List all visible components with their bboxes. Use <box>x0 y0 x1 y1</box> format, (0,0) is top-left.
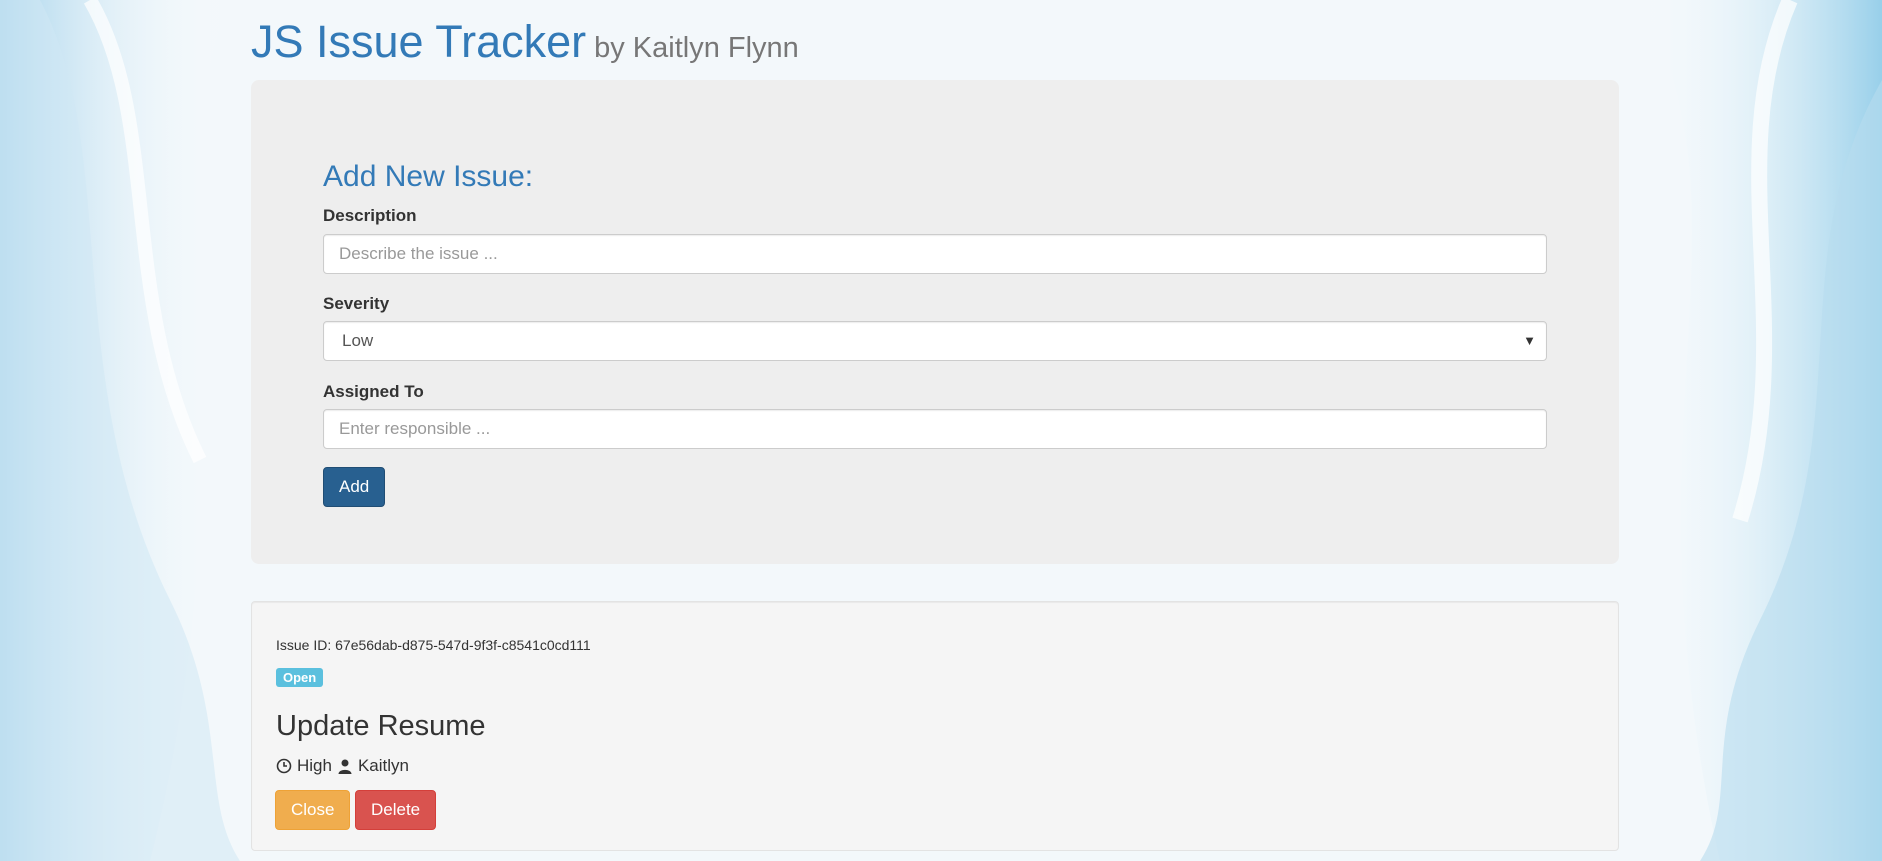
description-input[interactable] <box>323 234 1547 274</box>
issue-title: Update Resume <box>276 710 486 742</box>
form-heading: Add New Issue: <box>323 160 534 193</box>
page-title: JS Issue Tracker by Kaitlyn Flynn <box>251 16 799 68</box>
severity-label: Severity <box>323 294 390 313</box>
add-issue-panel: Add New Issue: Description Severity Low … <box>251 80 1619 564</box>
issue-severity: High <box>297 756 332 775</box>
user-icon <box>337 758 353 774</box>
issue-id: Issue ID: 67e56dab-d875-547d-9f3f-c8541c… <box>276 637 591 653</box>
assigned-to-input[interactable] <box>323 409 1547 449</box>
status-badge: Open <box>276 668 324 687</box>
issue-assignee: Kaitlyn <box>357 756 409 775</box>
add-button[interactable]: Add <box>323 467 386 507</box>
severity-selected-value: Low <box>342 331 374 350</box>
app-title: JS Issue Tracker <box>251 16 587 67</box>
severity-select[interactable]: Low ▼ <box>323 321 1547 361</box>
delete-button[interactable]: Delete <box>355 790 437 830</box>
clock-icon <box>276 758 292 774</box>
assigned-to-label: Assigned To <box>323 382 424 401</box>
app-subtitle: by Kaitlyn Flynn <box>594 32 799 64</box>
description-label: Description <box>323 206 417 225</box>
issue-meta: High Kaitlyn <box>276 756 409 776</box>
chevron-down-icon: ▼ <box>1523 333 1536 348</box>
close-button[interactable]: Close <box>275 790 351 830</box>
issue-card: Issue ID: 67e56dab-d875-547d-9f3f-c8541c… <box>251 601 1619 851</box>
